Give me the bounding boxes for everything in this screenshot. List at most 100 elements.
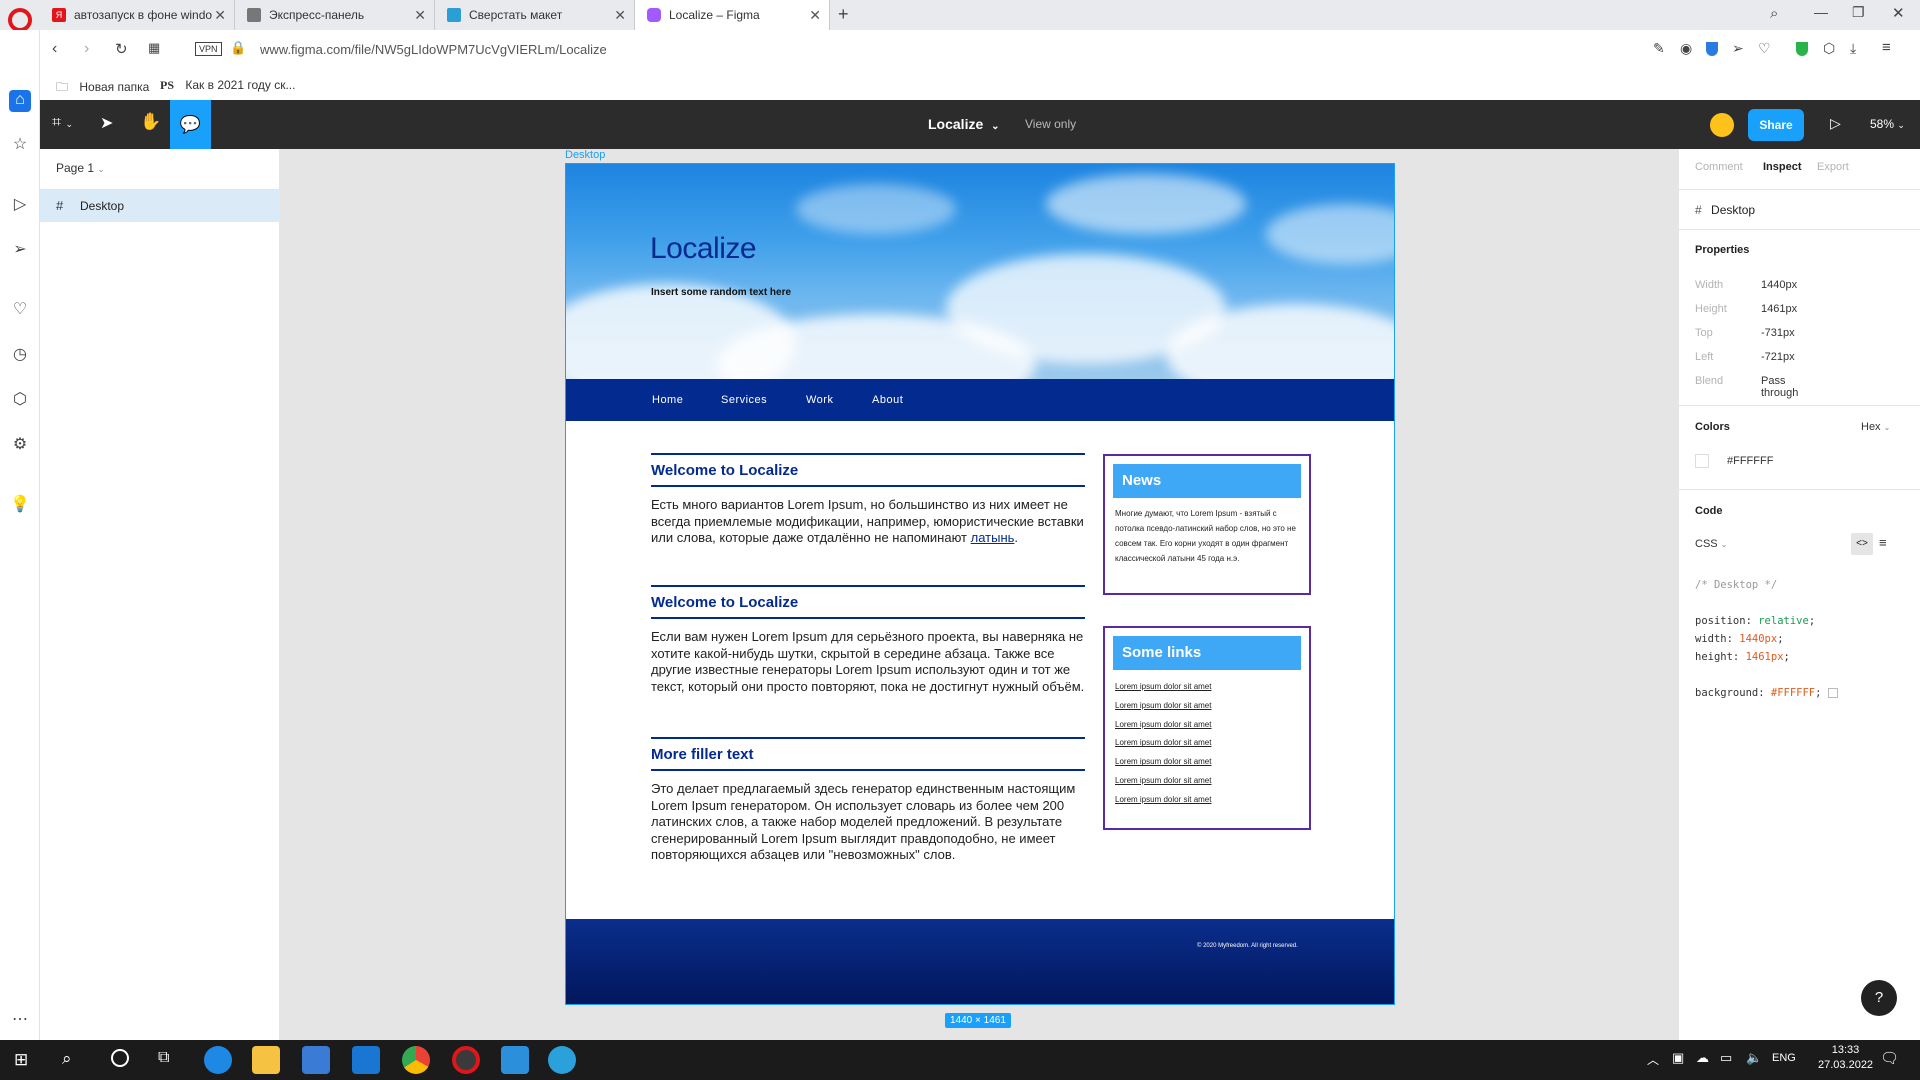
back-icon[interactable]: ‹ <box>52 40 57 58</box>
link-item[interactable]: Lorem ipsum dolor sit amet <box>1115 753 1299 772</box>
search-icon[interactable]: ⌕ <box>62 1049 72 1069</box>
clock[interactable]: 13:33 27.03.2022 <box>1818 1044 1873 1071</box>
nav-item-work[interactable]: Work <box>806 394 833 406</box>
bookmark-item[interactable]: PS Как в 2021 году ск... <box>160 78 295 93</box>
task-view-icon[interactable]: ⧉ <box>158 1049 169 1067</box>
color-value[interactable]: #FFFFFF <box>1727 455 1773 467</box>
nav-item-home[interactable]: Home <box>652 394 683 406</box>
tab-inspect[interactable]: Inspect <box>1763 161 1802 173</box>
vscode-icon[interactable] <box>501 1046 529 1074</box>
close-tab-icon[interactable]: ✕ <box>614 0 626 30</box>
browser-tab[interactable]: Сверстать макет ✕ <box>435 0 635 30</box>
forward-icon[interactable]: › <box>84 40 89 58</box>
heart-icon[interactable]: ♡ <box>1758 40 1771 57</box>
close-tab-icon[interactable]: ✕ <box>214 0 226 30</box>
color-format-dropdown[interactable]: Hex ⌄ <box>1861 421 1890 433</box>
code-language-dropdown[interactable]: CSS ⌄ <box>1695 538 1727 550</box>
figma-menu-icon[interactable]: ⌗ ⌄ <box>52 114 73 132</box>
mail-icon[interactable] <box>352 1046 380 1074</box>
latin-link[interactable]: латынь <box>971 530 1015 545</box>
move-tool-icon[interactable]: ➤ <box>100 113 113 133</box>
close-tab-icon[interactable]: ✕ <box>414 0 426 30</box>
adblock-shield-icon[interactable] <box>1796 42 1808 56</box>
tabs-grid-icon[interactable]: ▦ <box>148 40 160 56</box>
tab-export[interactable]: Export <box>1817 161 1849 173</box>
property-value[interactable]: 1440px <box>1761 279 1797 291</box>
edge-icon[interactable] <box>204 1046 232 1074</box>
vpn-badge[interactable]: VPN <box>195 42 222 56</box>
share-button[interactable]: Share <box>1748 109 1804 141</box>
new-tab-button[interactable]: + <box>838 4 849 25</box>
telegram-icon[interactable] <box>548 1046 576 1074</box>
extension-cube-icon[interactable]: ⬡ <box>1823 40 1835 57</box>
reload-icon[interactable]: ↻ <box>115 40 128 58</box>
tray-app-icon[interactable]: ▣ <box>1672 1050 1684 1066</box>
tab-comment[interactable]: Comment <box>1695 161 1743 173</box>
home-icon[interactable]: ⌂ <box>9 90 31 112</box>
menu-icon[interactable]: ≡ <box>1882 39 1891 56</box>
avatar[interactable] <box>1710 113 1734 137</box>
language-indicator[interactable]: ENG <box>1772 1052 1796 1064</box>
close-tab-icon[interactable]: ✕ <box>809 0 821 30</box>
snapshot-icon[interactable]: ◉ <box>1680 40 1692 57</box>
property-value[interactable]: -721px <box>1761 351 1795 363</box>
volume-icon[interactable]: 🔈 <box>1746 1050 1762 1066</box>
browser-tab[interactable]: Экспресс-панель ✕ <box>235 0 435 30</box>
close-window-icon[interactable]: ✕ <box>1892 4 1905 22</box>
layer-row-selected[interactable]: # Desktop <box>40 190 280 222</box>
network-icon[interactable]: ▭ <box>1720 1050 1732 1066</box>
send-icon[interactable]: ➢ <box>10 240 30 260</box>
restore-icon[interactable]: ❐ <box>1852 4 1865 21</box>
link-item[interactable]: Lorem ipsum dolor sit amet <box>1115 734 1299 753</box>
help-button[interactable]: ? <box>1861 980 1897 1016</box>
shield-icon[interactable] <box>1706 42 1718 56</box>
bookmark-item[interactable]: 🗀 Новая папка <box>56 78 149 99</box>
link-item[interactable]: Lorem ipsum dolor sit amet <box>1115 772 1299 791</box>
history-icon[interactable]: ◷ <box>10 345 30 365</box>
color-swatch[interactable] <box>1695 454 1709 468</box>
property-value[interactable]: -731px <box>1761 327 1795 339</box>
property-value[interactable]: Pass through <box>1761 375 1798 399</box>
lightbulb-icon[interactable]: 💡 <box>10 495 30 515</box>
frame-label[interactable]: Desktop <box>565 149 605 161</box>
player-icon[interactable]: ▷ <box>10 195 30 215</box>
onedrive-icon[interactable]: ☁ <box>1696 1050 1709 1066</box>
browser-tab[interactable]: Я автозапуск в фоне windo ✕ <box>40 0 235 30</box>
cortana-icon[interactable] <box>111 1049 129 1067</box>
list-view-icon[interactable]: ≡ <box>1879 535 1887 550</box>
hand-tool-icon[interactable]: ✋ <box>140 112 161 132</box>
desktop-frame[interactable]: Localize Insert some random text here Ho… <box>565 163 1395 1005</box>
send-icon[interactable]: ➢ <box>1732 40 1744 57</box>
windows-start-icon[interactable]: ⊞ <box>14 1050 28 1070</box>
present-icon[interactable]: ▷ <box>1830 115 1841 132</box>
heart-icon[interactable]: ♡ <box>10 300 30 320</box>
nav-item-services[interactable]: Services <box>721 394 767 406</box>
link-item[interactable]: Lorem ipsum dolor sit amet <box>1115 716 1299 735</box>
tray-chevron-icon[interactable]: ︿ <box>1647 1051 1659 1068</box>
more-icon[interactable]: ⋯ <box>10 1010 30 1030</box>
minimize-icon[interactable]: — <box>1814 4 1828 20</box>
comment-tool-icon[interactable]: 💬 <box>170 100 211 149</box>
url-field[interactable]: www.figma.com/file/NW5gLIdoWPM7UcVgVIERL… <box>260 42 607 57</box>
search-tabs-icon[interactable]: ⌕ <box>1770 5 1778 22</box>
nav-item-about[interactable]: About <box>872 394 903 406</box>
settings-icon[interactable]: ⚙ <box>10 435 30 455</box>
chrome-icon[interactable] <box>402 1046 430 1074</box>
file-name-dropdown[interactable]: Localize ⌄ <box>928 116 1000 132</box>
file-explorer-icon[interactable] <box>252 1046 280 1074</box>
opera-icon[interactable] <box>452 1046 480 1074</box>
opera-logo-icon[interactable] <box>8 8 32 32</box>
download-icon[interactable]: ⤓ <box>1850 40 1856 57</box>
property-value[interactable]: 1461px <box>1761 303 1797 315</box>
page-selector[interactable]: Page 1 ⌄ <box>56 161 105 175</box>
zoom-dropdown[interactable]: 58% ⌄ <box>1870 117 1905 131</box>
link-item[interactable]: Lorem ipsum dolor sit amet <box>1115 791 1299 810</box>
code-view-icon[interactable]: <> <box>1851 533 1873 555</box>
extensions-icon[interactable]: ⬡ <box>10 390 30 410</box>
store-icon[interactable] <box>302 1046 330 1074</box>
edit-page-icon[interactable]: ✎ <box>1653 40 1665 57</box>
speed-dial-icon[interactable]: ☆ <box>10 135 30 155</box>
notifications-icon[interactable]: 🗨 <box>1880 1049 1899 1067</box>
link-item[interactable]: Lorem ipsum dolor sit amet <box>1115 678 1299 697</box>
browser-tab-active[interactable]: Localize – Figma ✕ <box>635 0 830 30</box>
